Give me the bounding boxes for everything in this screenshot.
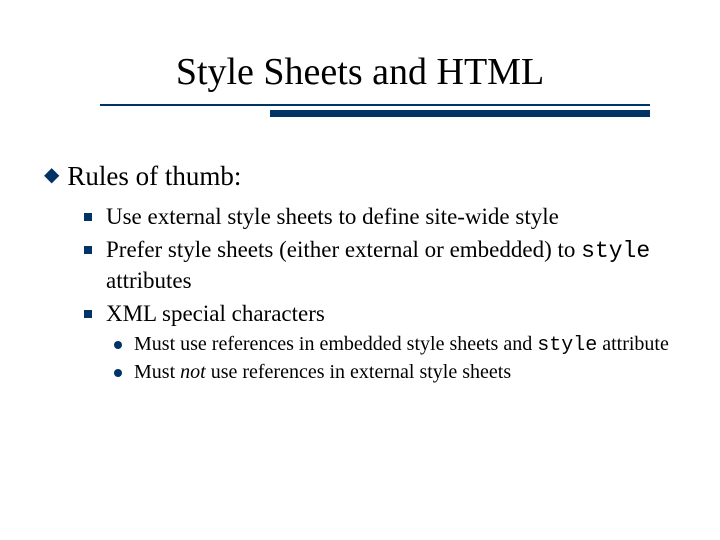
title-underline xyxy=(100,104,650,138)
content: ◆ Rules of thumb: Use external style she… xyxy=(40,160,680,385)
disc-icon xyxy=(114,369,122,377)
sub-list-text: Must use references in embedded style sh… xyxy=(134,332,669,358)
heading-text: Rules of thumb: xyxy=(67,160,241,192)
list-item: Use external style sheets to define site… xyxy=(84,202,680,231)
text-run: attribute xyxy=(597,333,669,355)
disc-icon xyxy=(114,341,122,349)
square-icon xyxy=(84,246,92,254)
heading-row: ◆ Rules of thumb: xyxy=(44,160,680,192)
sub-list-item: Must use references in embedded style sh… xyxy=(114,332,680,358)
text-run: Must xyxy=(134,361,180,383)
bullet-list: Use external style sheets to define site… xyxy=(84,202,680,385)
text-run: use references in external style sheets xyxy=(206,361,511,383)
list-item: XML special characters xyxy=(84,299,680,328)
text-run: Must use references in embedded style sh… xyxy=(134,333,537,355)
square-icon xyxy=(84,310,92,318)
code-run: style xyxy=(581,238,650,264)
sub-list: Must use references in embedded style sh… xyxy=(114,332,680,385)
text-run: Prefer style sheets (either external or … xyxy=(106,237,581,262)
slide-title: Style Sheets and HTML xyxy=(176,50,544,94)
rule-thick xyxy=(270,110,650,117)
sub-list-text: Must not use references in external styl… xyxy=(134,360,511,385)
text-run: attributes xyxy=(106,268,192,293)
sub-list-item: Must not use references in external styl… xyxy=(114,360,680,385)
title-block: Style Sheets and HTML xyxy=(40,50,680,94)
square-icon xyxy=(84,213,92,221)
code-run: style xyxy=(537,334,597,357)
list-item: Prefer style sheets (either external or … xyxy=(84,235,680,295)
diamond-icon: ◆ xyxy=(44,160,59,190)
slide: Style Sheets and HTML ◆ Rules of thumb: … xyxy=(0,0,720,540)
rule-thin xyxy=(100,104,650,106)
em-run: not xyxy=(180,361,206,383)
list-item-text: XML special characters xyxy=(106,299,325,328)
list-item-text: Prefer style sheets (either external or … xyxy=(106,235,680,295)
list-item-text: Use external style sheets to define site… xyxy=(106,202,559,231)
